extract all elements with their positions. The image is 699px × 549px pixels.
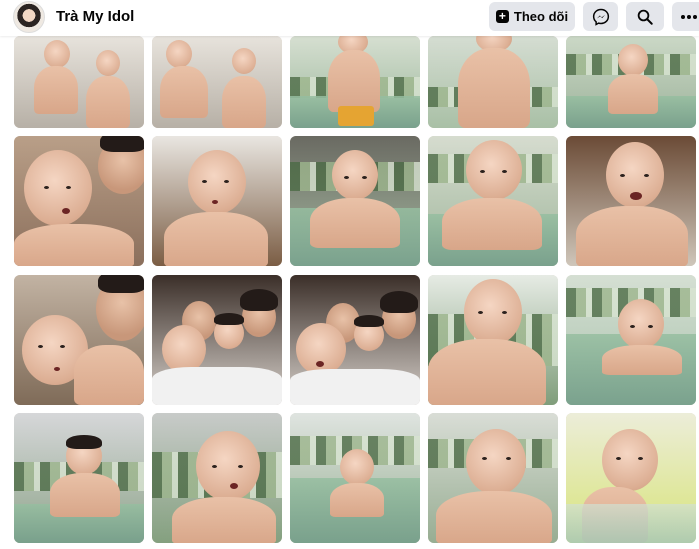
photo-grid	[0, 36, 699, 549]
photo-tile[interactable]	[290, 275, 420, 405]
photo-tile[interactable]	[428, 275, 558, 405]
page-header: Trà My Idol + Theo dõi	[0, 0, 699, 36]
messenger-button[interactable]	[583, 2, 618, 31]
plus-square-icon: +	[495, 10, 509, 23]
photo-tile[interactable]	[152, 413, 282, 543]
messenger-icon	[592, 8, 609, 26]
follow-button[interactable]: + Theo dõi	[489, 2, 575, 31]
photo-tile[interactable]	[14, 136, 144, 266]
photo-tile[interactable]	[14, 413, 144, 543]
photo-tile[interactable]	[566, 413, 696, 543]
photo-tile[interactable]	[152, 36, 282, 128]
profile-avatar[interactable]	[13, 1, 45, 33]
photo-tile[interactable]	[566, 275, 696, 405]
search-icon	[637, 9, 653, 25]
follow-label: Theo dõi	[513, 9, 569, 24]
search-button[interactable]	[626, 2, 664, 31]
photo-tile[interactable]	[428, 136, 558, 266]
ellipsis-icon	[680, 14, 697, 19]
photo-tile[interactable]	[566, 136, 696, 266]
photo-tile[interactable]	[428, 413, 558, 543]
photo-tile[interactable]	[290, 36, 420, 128]
more-options-button[interactable]	[672, 2, 699, 31]
photo-tile[interactable]	[566, 36, 696, 128]
photo-tile[interactable]	[14, 36, 144, 128]
photo-tile[interactable]	[14, 275, 144, 405]
photo-tile[interactable]	[290, 413, 420, 543]
photo-tile[interactable]	[152, 275, 282, 405]
photo-tile[interactable]	[290, 136, 420, 266]
photo-tile[interactable]	[152, 136, 282, 266]
page-name[interactable]: Trà My Idol	[56, 8, 134, 25]
photo-tile[interactable]	[428, 36, 558, 128]
